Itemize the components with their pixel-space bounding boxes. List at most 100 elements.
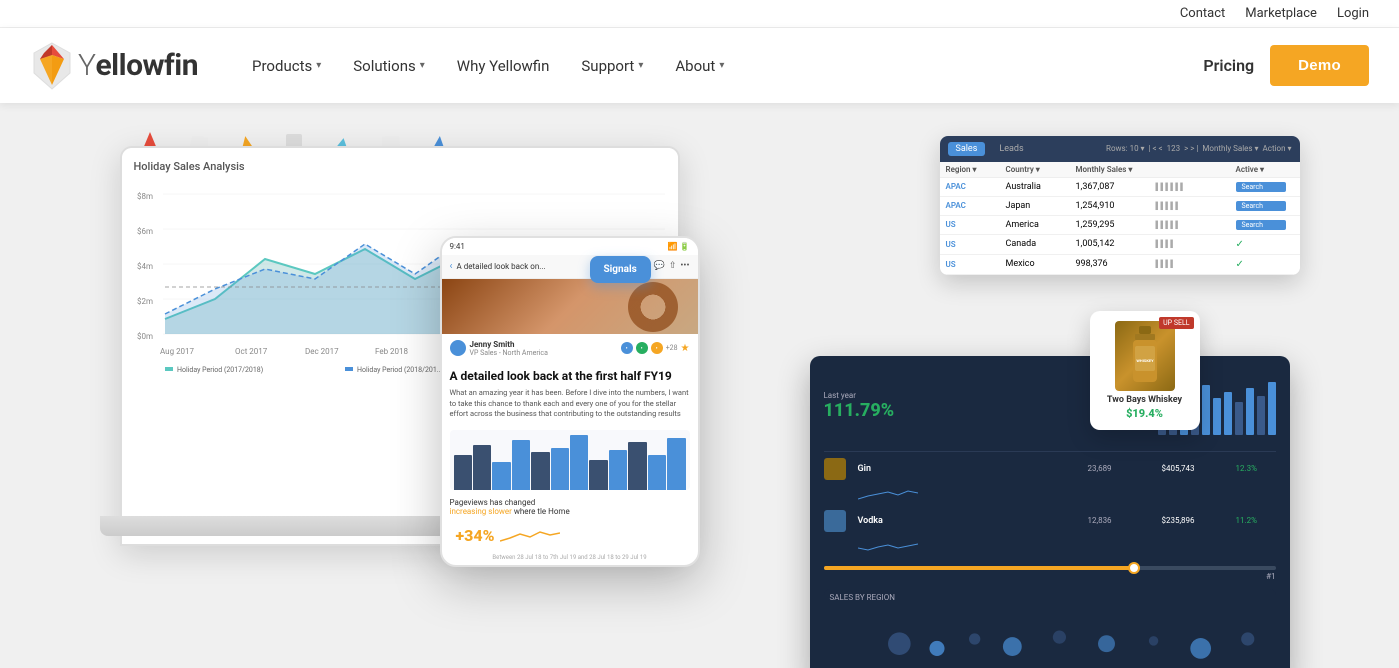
back-icon[interactable]: ‹ xyxy=(450,261,453,272)
analytics-panel: Last year 111.79% xyxy=(810,356,1290,668)
slider-fill xyxy=(824,566,1140,570)
table-row: APAC Japan 1,254,910 ▌▌▌▌▌ Search xyxy=(940,197,1300,216)
phone-percent: +34% xyxy=(450,522,690,550)
contact-link[interactable]: Contact xyxy=(1180,6,1225,21)
table-row-header: Region ▾ Country ▾ Monthly Sales ▾ Activ… xyxy=(940,162,1300,178)
svg-text:$8m: $8m xyxy=(137,192,153,201)
tab-sales[interactable]: Sales xyxy=(948,142,986,156)
map-svg xyxy=(824,609,1276,668)
vodka-pct: 11.2% xyxy=(1236,516,1276,525)
donut-icon xyxy=(628,282,678,332)
product-card: UP SELL WHISKEY Two Bays Whiskey $19.4% xyxy=(1090,311,1200,430)
screenshots-container: Holiday Sales Analysis $8m $6m $4m $2m $… xyxy=(100,126,1300,646)
chart-title: Holiday Sales Analysis xyxy=(134,160,666,173)
svg-text:$2m: $2m xyxy=(137,297,153,306)
nav-why-yellowfin[interactable]: Why Yellowfin xyxy=(443,49,564,83)
post-role: VP Sales - North America xyxy=(470,349,548,357)
phone-signal-text: Pageviews has changed increasing slower … xyxy=(442,494,698,520)
trend-line xyxy=(500,526,560,546)
check-icon: ✓ xyxy=(1236,239,1286,250)
chevron-down-icon: ▾ xyxy=(719,60,724,71)
phone-mini-chart xyxy=(450,430,690,490)
vodka-volume: 12,836 xyxy=(1088,516,1158,525)
nav-solutions[interactable]: Solutions ▾ xyxy=(339,49,439,83)
chevron-down-icon: ▾ xyxy=(420,60,425,71)
gin-pct: 12.3% xyxy=(1236,464,1276,473)
tab-leads[interactable]: Leads xyxy=(991,142,1031,156)
table-row: APAC Australia 1,367,087 ▌▌▌▌▌▌ Search xyxy=(940,178,1300,197)
nav-products[interactable]: Products ▾ xyxy=(238,49,335,83)
phone-post-info: Jenny Smith VP Sales - North America • •… xyxy=(442,334,698,363)
svg-text:Holiday Period (2018/201...: Holiday Period (2018/201... xyxy=(357,366,442,374)
phone-hero-image xyxy=(442,279,698,334)
svg-text:Aug 2017: Aug 2017 xyxy=(160,347,195,356)
slider-value: #1 xyxy=(1266,572,1275,581)
logo-text: Yellowfin xyxy=(78,48,198,83)
vodka-sales: $235,896 xyxy=(1162,516,1232,525)
slider-container: #1 xyxy=(824,566,1276,581)
gin-sales: $405,743 xyxy=(1162,464,1232,473)
nav-links: Products ▾ Solutions ▾ Why Yellowfin Sup… xyxy=(238,49,1203,83)
phone-status-bar: 9:41 📶 🔋 xyxy=(442,238,698,255)
post-body: What an amazing year it has been. Before… xyxy=(450,388,690,420)
phone-content: A detailed look back at the first half F… xyxy=(442,363,698,426)
svg-text:Holiday Period (2017/2018): Holiday Period (2017/2018) xyxy=(177,366,263,374)
analytics-percent: 111.79% xyxy=(824,400,895,421)
post-title: A detailed look back at the first half F… xyxy=(450,369,690,385)
logo-icon xyxy=(30,41,74,91)
post-author: Jenny Smith xyxy=(470,340,548,349)
login-link[interactable]: Login xyxy=(1337,6,1369,21)
phone-mockup: 9:41 📶 🔋 ‹ A detailed look back on... ★ … xyxy=(440,236,700,567)
chart-footnote: Between 28 Jul 18 to 7th Jul 19 and 28 J… xyxy=(442,552,698,565)
table-row: US America 1,259,295 ▌▌▌▌▌ Search xyxy=(940,216,1300,235)
gin-sparkline xyxy=(858,484,918,504)
gin-label: Gin xyxy=(858,464,1084,474)
svg-text:$4m: $4m xyxy=(137,262,153,271)
vodka-sparkline xyxy=(858,536,918,556)
nav-about[interactable]: About ▾ xyxy=(661,49,738,83)
product-badge: UP SELL xyxy=(1159,317,1193,329)
logo[interactable]: Yellowfin xyxy=(30,41,198,91)
map-container: SALES BY REGION xyxy=(824,589,1276,668)
map-label: SALES BY REGION xyxy=(824,589,1276,606)
svg-text:WHISKEY: WHISKEY xyxy=(1136,358,1154,363)
chevron-down-icon: ▾ xyxy=(316,60,321,71)
check-icon: ✓ xyxy=(1236,259,1286,270)
signal-popup: Signals xyxy=(590,256,651,283)
percent-value: +34% xyxy=(456,526,495,545)
search-btn-1[interactable]: Search xyxy=(1236,182,1286,192)
product-price: $19.4% xyxy=(1100,407,1190,420)
table-header: Sales Leads Rows: 10 ▾ | < < 123 > > | M… xyxy=(940,136,1300,162)
avatar xyxy=(450,340,466,356)
hero-section: Holiday Sales Analysis $8m $6m $4m $2m $… xyxy=(0,103,1399,668)
demo-button[interactable]: Demo xyxy=(1270,45,1369,86)
product-name: Two Bays Whiskey xyxy=(1100,395,1190,405)
search-btn-2[interactable]: Search xyxy=(1236,201,1286,211)
whiskey-bottle-icon: WHISKEY xyxy=(1125,326,1165,386)
avatar-small-2: • xyxy=(636,342,648,354)
slider-track[interactable] xyxy=(824,566,1276,570)
marketplace-link[interactable]: Marketplace xyxy=(1245,6,1317,21)
last-year-label: Last year xyxy=(824,391,895,400)
nav-support[interactable]: Support ▾ xyxy=(567,49,657,83)
svg-text:Feb 2018: Feb 2018 xyxy=(375,347,409,356)
navbar: Yellowfin Products ▾ Solutions ▾ Why Yel… xyxy=(0,28,1399,103)
phone-nav-bar: ‹ A detailed look back on... ★ 💬 ⇧ ••• xyxy=(442,255,698,279)
slider-thumb[interactable] xyxy=(1128,562,1140,574)
pricing-link[interactable]: Pricing xyxy=(1203,56,1254,75)
gin-icon xyxy=(824,458,846,480)
search-btn-3[interactable]: Search xyxy=(1236,220,1286,230)
table-row: US Canada 1,005,142 ▌▌▌▌ ✓ xyxy=(940,235,1300,255)
chevron-down-icon: ▾ xyxy=(638,60,643,71)
svg-text:Dec 2017: Dec 2017 xyxy=(305,347,339,356)
svg-text:Oct 2017: Oct 2017 xyxy=(235,347,268,356)
table-panel: Sales Leads Rows: 10 ▾ | < < 123 > > | M… xyxy=(940,136,1300,275)
svg-text:$6m: $6m xyxy=(137,227,153,236)
vodka-label: Vodka xyxy=(858,516,1084,526)
nav-right: Pricing Demo xyxy=(1203,45,1369,86)
avatar-small-3: • xyxy=(651,342,663,354)
table-row: US Mexico 998,376 ▌▌▌▌ ✓ xyxy=(940,255,1300,275)
signal-label: Signals xyxy=(604,264,637,275)
svg-text:$0m: $0m xyxy=(137,332,153,341)
phone-time: 9:41 xyxy=(450,242,465,251)
